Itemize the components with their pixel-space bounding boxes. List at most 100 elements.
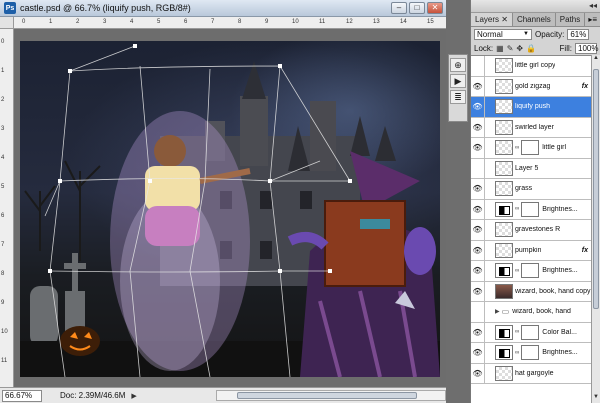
mask-chain-icon[interactable]: ∞ (515, 206, 519, 212)
scroll-down-icon[interactable]: ▼ (592, 394, 600, 403)
visibility-eye-icon[interactable]: 👁 (471, 138, 485, 158)
tab-paths[interactable]: Paths (556, 13, 586, 26)
layer-thumbnail[interactable] (495, 345, 513, 361)
layer-mask-thumbnail[interactable] (521, 140, 540, 156)
layer-row[interactable]: 👁 ∞ little girl (471, 138, 592, 159)
layer-thumbnail[interactable] (495, 283, 513, 299)
layer-row[interactable]: Layer 5 (471, 158, 592, 179)
layer-effects-icon[interactable]: fx (582, 247, 588, 254)
layer-mask-thumbnail[interactable] (521, 201, 540, 217)
layer-name: Brightnes... (542, 267, 578, 275)
opacity-label: Opacity: (535, 29, 565, 39)
visibility-eye-icon[interactable] (471, 302, 485, 322)
horizontal-scroll-thumb[interactable] (237, 392, 417, 399)
layer-row[interactable]: 👁 pumpkin fx (471, 240, 592, 261)
visibility-eye-icon[interactable]: 👁 (471, 343, 485, 363)
fill-field[interactable]: 100% (575, 42, 598, 54)
vertical-ruler[interactable]: 0 1 2 3 4 5 6 7 8 9 10 11 (0, 29, 14, 387)
lock-all-icon[interactable]: 🔒 (526, 44, 536, 53)
horizontal-scrollbar[interactable] (216, 390, 446, 401)
close-button[interactable]: ✕ (427, 2, 443, 14)
visibility-eye-icon[interactable]: 👁 (471, 281, 485, 301)
collapse-panel-icon[interactable]: ◂◂ (589, 1, 597, 10)
layer-row[interactable]: 👁 ∞ Color Bal... (471, 322, 592, 343)
mask-chain-icon[interactable]: ∞ (515, 350, 519, 356)
layer-thumbnail[interactable] (495, 222, 513, 238)
layer-row[interactable]: 👁 swirled layer (471, 117, 592, 138)
layer-row[interactable]: 👁 liquify push (471, 97, 592, 118)
visibility-eye-icon[interactable]: 👁 (471, 220, 485, 240)
layer-row[interactable]: 👁 ∞ Brightnes... (471, 261, 592, 282)
mask-chain-icon[interactable]: ∞ (515, 145, 519, 151)
actions-play-icon[interactable]: ▶ (450, 74, 466, 88)
document-titlebar[interactable]: Ps castle.psd @ 66.7% (liquify push, RGB… (0, 0, 446, 17)
group-expand-icon[interactable]: ▶ (495, 308, 500, 315)
layer-row[interactable]: 👁 wizard, book, hand copy (471, 281, 592, 302)
visibility-eye-icon[interactable]: 👁 (471, 117, 485, 137)
layer-row[interactable]: 👁 gravestones R (471, 220, 592, 241)
lock-move-icon[interactable]: ✥ (516, 44, 523, 53)
visibility-eye-icon[interactable] (471, 56, 485, 76)
visibility-eye-icon[interactable]: 👁 (471, 199, 485, 219)
layer-row[interactable]: 👁 ∞ Brightnes... (471, 199, 592, 220)
blend-mode-select[interactable]: Normal ▼ (474, 28, 532, 40)
mask-chain-icon[interactable]: ∞ (515, 329, 519, 335)
lock-transparency-icon[interactable]: ▦ (496, 44, 504, 53)
layer-thumbnail[interactable] (495, 181, 513, 197)
visibility-eye-icon[interactable]: 👁 (471, 97, 485, 117)
tab-layers[interactable]: Layers ✕ (471, 13, 513, 26)
layer-row[interactable]: 👁 grass (471, 179, 592, 200)
layer-thumbnail[interactable] (495, 99, 513, 115)
layer-thumbnail[interactable] (495, 324, 513, 340)
layer-thumbnail[interactable] (495, 119, 513, 135)
panel-menu-icon[interactable]: ▸≡ (585, 13, 600, 26)
layers-vertical-scrollbar[interactable]: ▲ ▼ (591, 55, 600, 403)
scroll-up-icon[interactable]: ▲ (592, 55, 600, 64)
visibility-eye-icon[interactable]: 👁 (471, 179, 485, 199)
layer-mask-thumbnail[interactable] (521, 324, 540, 340)
visibility-eye-icon[interactable]: 👁 (471, 240, 485, 260)
layers-scroll-thumb[interactable] (593, 69, 599, 309)
panel-header-bar[interactable]: ◂◂ (471, 0, 600, 13)
layer-thumbnail[interactable] (495, 365, 513, 381)
opacity-field[interactable]: 61% (567, 28, 590, 40)
ruler-tick-label: 13 (373, 19, 380, 25)
maximize-button[interactable]: □ (409, 2, 425, 14)
ruler-tick-label: 7 (1, 242, 5, 248)
layer-thumbnail[interactable] (495, 58, 513, 74)
horizontal-ruler[interactable]: 0 1 2 3 4 5 6 7 8 9 10 11 12 13 14 15 (14, 17, 446, 29)
layer-row[interactable]: 👁 ∞ Brightnes... (471, 343, 592, 364)
document-size-info[interactable]: Doc: 2.39M/46.6M (60, 391, 125, 400)
layer-thumbnail[interactable] (495, 160, 513, 176)
layer-row[interactable]: 👁 gold zigzag fx (471, 76, 592, 97)
layer-thumbnail[interactable] (495, 263, 513, 279)
visibility-eye-icon[interactable]: 👁 (471, 76, 485, 96)
tab-channels[interactable]: Channels (513, 13, 556, 26)
ruler-tick-label: 3 (103, 19, 107, 25)
layer-effects-icon[interactable]: fx (582, 83, 588, 90)
lock-paint-icon[interactable]: ✎ (507, 44, 514, 53)
navigator-icon[interactable]: ⊕ (450, 58, 466, 72)
layer-thumbnail[interactable] (495, 201, 513, 217)
layer-mask-thumbnail[interactable] (521, 263, 540, 279)
ruler-origin[interactable] (0, 17, 14, 29)
visibility-eye-icon[interactable] (471, 158, 485, 178)
layer-list[interactable]: little girl copy 👁 gold zigzag fx 👁 liquify p… (471, 55, 592, 403)
layer-row[interactable]: 👁 hat gargoyle (471, 363, 592, 384)
layer-thumbnail[interactable] (495, 140, 513, 156)
layer-mask-thumbnail[interactable] (521, 345, 540, 361)
layer-thumbnail[interactable] (495, 78, 513, 94)
visibility-eye-icon[interactable]: 👁 (471, 261, 485, 281)
layer-thumbnail[interactable] (495, 242, 513, 258)
minimize-button[interactable]: – (391, 2, 407, 14)
zoom-level-field[interactable]: 66.67% (2, 389, 42, 402)
layer-row[interactable]: little girl copy (471, 56, 592, 77)
mask-chain-icon[interactable]: ∞ (515, 268, 519, 274)
visibility-eye-icon[interactable]: 👁 (471, 322, 485, 342)
layer-row[interactable]: ▶ ▭ wizard, book, hand (471, 302, 592, 323)
canvas-area[interactable] (14, 29, 446, 387)
artwork-canvas[interactable] (20, 41, 440, 377)
visibility-eye-icon[interactable]: 👁 (471, 363, 485, 383)
status-menu-arrow-icon[interactable]: ▶ (131, 392, 136, 400)
history-list-icon[interactable]: ≣ (450, 90, 466, 104)
